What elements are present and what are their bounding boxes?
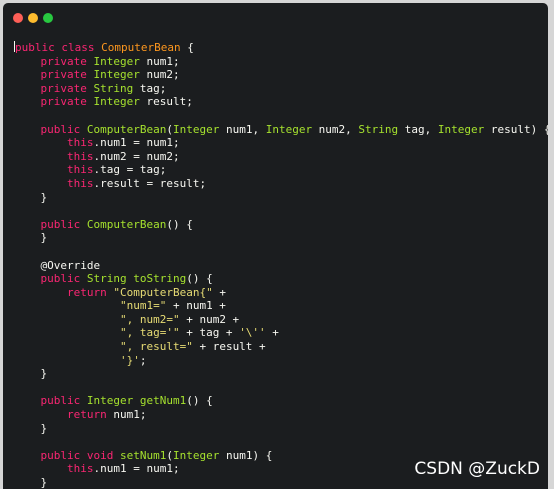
code-block[interactable]: public class ComputerBean { private Inte… [14,41,548,489]
code-line: private Integer num2; [40,68,180,82]
code-line: private Integer num1; [40,54,180,68]
code-line: @Override [40,258,101,272]
code-line: private Integer result; [40,95,193,109]
code-window: public class ComputerBean { private Inte… [3,3,548,489]
window-titlebar [3,3,548,33]
code-line: ", result=" + result + [119,340,266,354]
code-line: } [14,190,48,204]
code-line: } [14,231,48,245]
code-line: '}'; [119,353,147,367]
code-line: return num1; [66,408,147,422]
code-line: } [14,367,48,381]
code-line: public class ComputerBean { [14,41,194,54]
minimize-button[interactable] [28,13,38,23]
code-line: } [14,421,48,435]
code-line: public Integer getNum1() { [40,394,213,408]
close-button[interactable] [13,13,23,23]
watermark: CSDN @ZuckD [414,459,540,479]
code-line: private String tag; [40,81,167,95]
code-line: "num1=" + num1 + [119,299,226,313]
code-line: ", tag='" + tag + '\'' + [119,326,279,340]
zoom-button[interactable] [43,13,53,23]
code-line: this.result = result; [66,176,207,190]
code-line: ", num2=" + num2 + [119,312,240,326]
code-line: public String toString() { [40,272,213,286]
code-line: public ComputerBean() { [40,217,193,231]
code-line: this.tag = tag; [66,163,167,177]
code-line: return "ComputerBean{" + [66,285,226,299]
code-line: public ComputerBean(Integer num1, Intege… [40,122,549,136]
code-line: this.num1 = num1; [66,136,180,150]
code-line: this.num2 = num2; [66,149,180,163]
